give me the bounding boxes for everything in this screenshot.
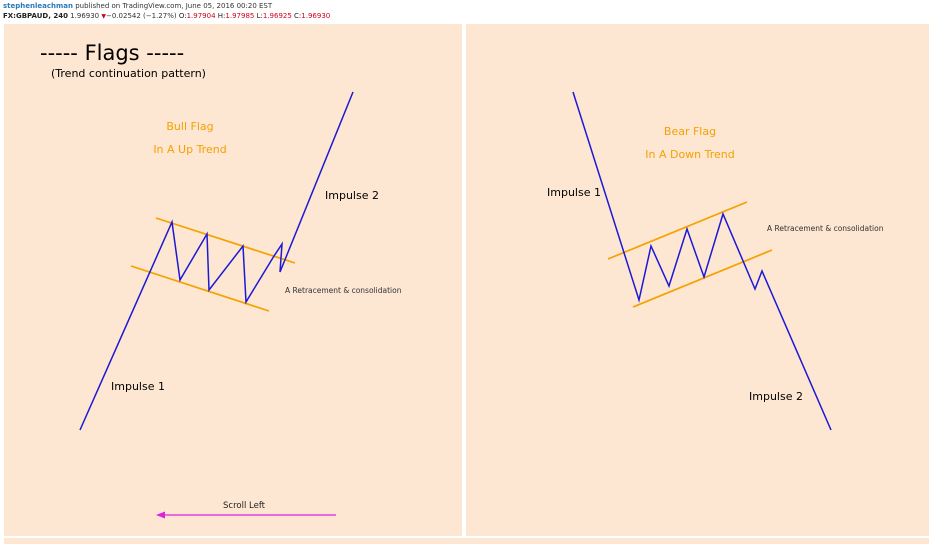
bear-retracement-label: A Retracement & consolidation [767, 224, 884, 233]
bear-flag-heading: Bear Flag [664, 125, 716, 138]
bull-flag-heading: Bull Flag [166, 120, 213, 133]
bear-price-path [572, 91, 832, 431]
chart-header: stephenleachman published on TradingView… [3, 0, 929, 24]
bull-retracement-label: A Retracement & consolidation [285, 286, 402, 295]
publish-info: stephenleachman published on TradingView… [3, 2, 272, 11]
flags-diagram: ----- Flags ----- (Trend continuation pa… [40, 41, 884, 519]
bull-impulse-1-label: Impulse 1 [111, 380, 165, 393]
scroll-left-arrow-icon[interactable] [156, 511, 165, 519]
chart-area[interactable]: ----- Flags ----- (Trend continuation pa… [3, 24, 929, 544]
open-label: O: [178, 12, 187, 20]
diagram-subtitle: (Trend continuation pattern) [51, 67, 206, 80]
author-link[interactable]: stephenleachman [3, 2, 73, 10]
bull-channel-lower [130, 265, 270, 312]
high-value: 1.97985 [225, 12, 255, 20]
low-value: 1.96925 [262, 12, 292, 20]
symbol-label[interactable]: FX:GBPAUD, 240 [3, 12, 68, 20]
price-change: −0.02542 (−1.27%) [106, 12, 177, 20]
last-price: 1.96930 [70, 12, 100, 20]
bull-trend-heading: In A Up Trend [153, 143, 226, 156]
bull-impulse-2-label: Impulse 2 [325, 189, 379, 202]
close-value: 1.96930 [301, 12, 331, 20]
published-text: published on TradingView.com, June 05, 2… [75, 2, 273, 10]
diagram-title: ----- Flags ----- [40, 41, 184, 65]
bear-impulse-1-label: Impulse 1 [547, 186, 601, 199]
bear-trend-heading: In A Down Trend [645, 148, 735, 161]
open-value: 1.97904 [186, 12, 216, 20]
bear-channel-upper [607, 201, 748, 260]
bear-impulse-2-label: Impulse 2 [749, 390, 803, 403]
scroll-left-label: Scroll Left [223, 501, 266, 511]
symbol-info: FX:GBPAUD, 240 1.96930 ▼−0.02542 (−1.27%… [3, 12, 330, 21]
